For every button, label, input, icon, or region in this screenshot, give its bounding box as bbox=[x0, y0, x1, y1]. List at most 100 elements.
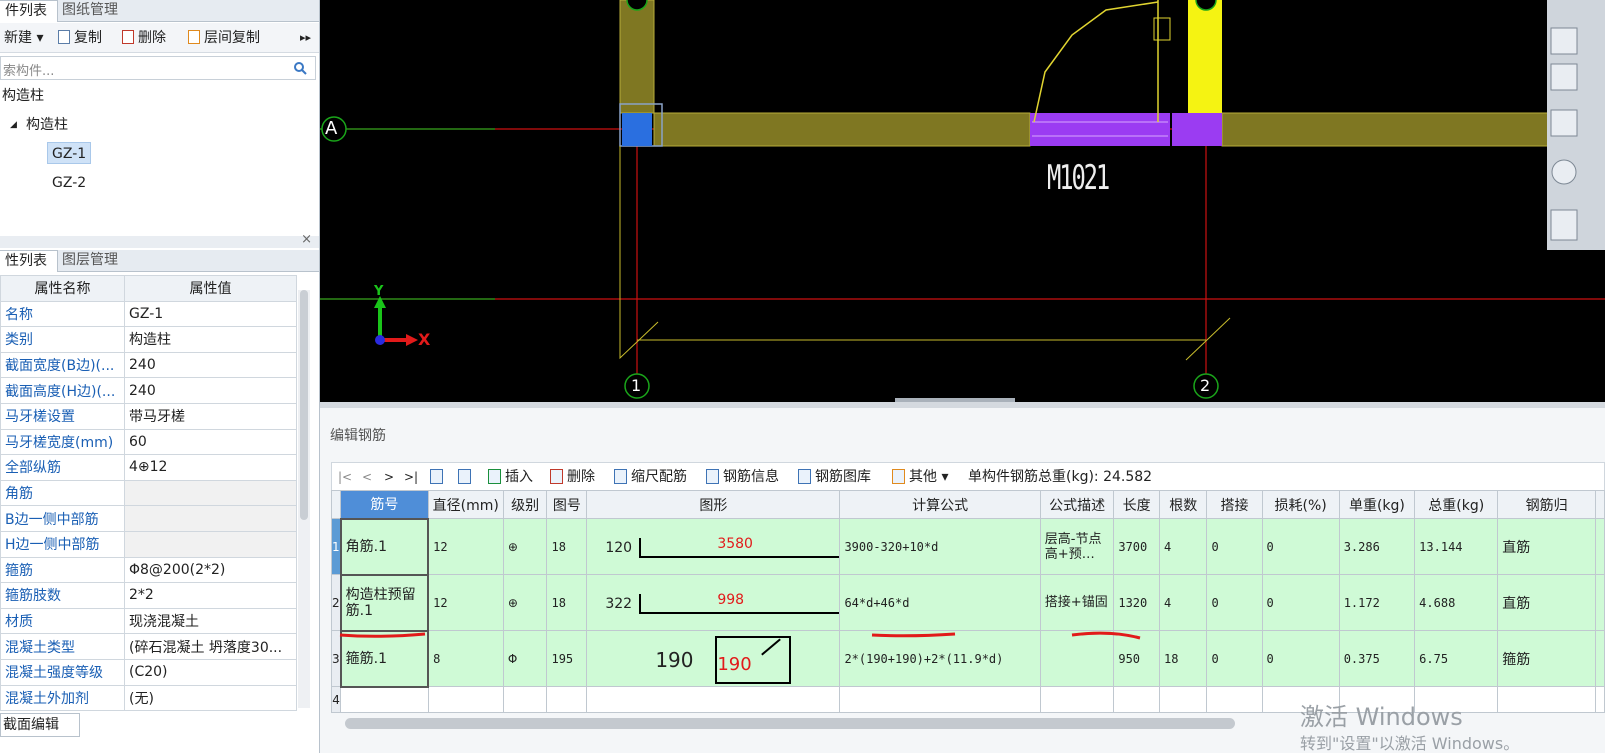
cell-unit_weight[interactable]: 3.286 bbox=[1338, 518, 1416, 575]
empty-cell[interactable] bbox=[546, 686, 588, 713]
table-row[interactable]: 2 构造柱预留筋.1 12 ⊕ 18 322 998 64*d+46*d 搭接+锚固 1320 4 0… bbox=[330, 573, 1605, 632]
property-value[interactable]: GZ-1 bbox=[124, 300, 297, 328]
cell-fig[interactable]: 18 bbox=[546, 518, 588, 575]
property-value[interactable] bbox=[124, 479, 297, 507]
empty-cell[interactable] bbox=[1039, 686, 1115, 713]
cell-desc[interactable]: 层高-节点高+预… bbox=[1039, 518, 1115, 575]
collapse-icon[interactable]: ◢ bbox=[10, 114, 17, 136]
column-header[interactable]: 直径(mm) bbox=[427, 490, 504, 519]
cell-lap[interactable]: 0 bbox=[1206, 518, 1263, 575]
column-header[interactable]: 级别 bbox=[502, 490, 548, 519]
cell-name[interactable]: 角筋.1 bbox=[339, 517, 430, 576]
property-value[interactable]: Φ8@200(2*2) bbox=[124, 556, 297, 584]
shape-cell[interactable]: 322 998 bbox=[586, 574, 841, 631]
cell-loss[interactable]: 0 bbox=[1261, 518, 1340, 575]
next-button[interactable]: > bbox=[384, 468, 394, 486]
column-header[interactable]: 单重(kg) bbox=[1338, 490, 1416, 519]
shape-cell[interactable]: 120 3580 bbox=[586, 518, 841, 575]
tab-drawing-management[interactable]: 图纸管理 bbox=[52, 0, 128, 22]
column-header[interactable]: 长度 bbox=[1113, 490, 1160, 519]
cell-count[interactable]: 18 bbox=[1158, 630, 1208, 687]
shape-cell[interactable]: 190 190 bbox=[586, 630, 841, 687]
property-value[interactable] bbox=[124, 530, 297, 558]
property-row[interactable]: 名称 GZ-1 bbox=[0, 300, 297, 328]
column-header[interactable]: 搭接 bbox=[1206, 490, 1263, 519]
empty-cell[interactable] bbox=[839, 686, 1041, 713]
copy-button[interactable]: 复制 bbox=[58, 29, 102, 47]
property-value[interactable]: (无) bbox=[124, 684, 297, 712]
tree-root[interactable]: 构造柱 bbox=[2, 85, 44, 107]
column-header[interactable]: 总重(kg) bbox=[1414, 490, 1499, 519]
property-row[interactable]: 马牙槎宽度(mm) 60 bbox=[0, 428, 297, 456]
property-row[interactable]: B边一侧中部筋 bbox=[0, 505, 297, 532]
scale-rebar-button[interactable]: 缩尺配筋 bbox=[614, 468, 687, 486]
cell-fig[interactable]: 18 bbox=[546, 574, 588, 631]
delete-button[interactable]: 删除 bbox=[122, 29, 166, 47]
property-row[interactable]: 箍筋肢数 2*2 bbox=[0, 582, 297, 609]
tab-section-edit[interactable]: 截面编辑 bbox=[0, 713, 80, 737]
property-row[interactable]: 箍筋 Φ8@200(2*2) bbox=[0, 556, 297, 584]
column-header[interactable]: 计算公式 bbox=[839, 490, 1041, 519]
property-value[interactable]: (C20) bbox=[124, 658, 297, 686]
property-value[interactable]: 240 bbox=[124, 377, 297, 404]
property-value[interactable]: 带马牙槎 bbox=[124, 402, 297, 430]
property-value[interactable]: (碎石混凝土 坍落度30... bbox=[124, 633, 297, 660]
cell-grade[interactable]: ⊕ bbox=[502, 518, 548, 575]
cell-grade[interactable]: ⊕ bbox=[502, 574, 548, 631]
tab-property-list[interactable]: 性列表 bbox=[0, 250, 58, 272]
row-number[interactable]: 3 bbox=[330, 630, 342, 687]
cell-formula[interactable]: 64*d+46*d bbox=[839, 574, 1041, 631]
cell-name[interactable]: 箍筋.1 bbox=[339, 629, 430, 688]
empty-cell[interactable] bbox=[427, 686, 504, 713]
cell-loss[interactable]: 0 bbox=[1261, 630, 1340, 687]
property-row[interactable]: H边一侧中部筋 bbox=[0, 530, 297, 558]
cell-type[interactable]: 箍筋 bbox=[1497, 630, 1596, 687]
cell-diameter[interactable]: 12 bbox=[427, 574, 504, 631]
cell-total_weight[interactable]: 13.144 bbox=[1414, 518, 1499, 575]
tab-component-list[interactable]: 件列表 bbox=[0, 0, 58, 22]
column-header[interactable]: 筋号 bbox=[340, 490, 429, 519]
delete-row-button[interactable]: 删除 bbox=[550, 468, 595, 486]
cell-length[interactable]: 950 bbox=[1113, 630, 1160, 687]
cell-fig[interactable]: 195 bbox=[546, 630, 588, 687]
cell-diameter[interactable]: 12 bbox=[427, 518, 504, 575]
first-button[interactable]: |< bbox=[338, 468, 352, 486]
property-value[interactable]: 4⊕12 bbox=[124, 454, 297, 481]
move-down-button[interactable] bbox=[458, 468, 475, 486]
cell-desc[interactable]: 搭接+锚固 bbox=[1039, 574, 1115, 631]
cad-canvas[interactable]: A 1 2 M1021 Y X bbox=[320, 0, 1605, 402]
column-header[interactable]: 图号 bbox=[546, 490, 588, 519]
cell-diameter[interactable]: 8 bbox=[427, 630, 504, 687]
move-up-button[interactable] bbox=[430, 468, 447, 486]
table-row[interactable]: 1 角筋.1 12 ⊕ 18 120 3580 3900-320+10*d 层高-节点高+预… 3… bbox=[330, 517, 1605, 576]
tree-group[interactable]: 构造柱 bbox=[26, 114, 68, 136]
property-row[interactable]: 材质 现浇混凝土 bbox=[0, 607, 297, 635]
column-header[interactable]: 公式描述 bbox=[1039, 490, 1115, 519]
cell-total_weight[interactable]: 6.75 bbox=[1414, 630, 1499, 687]
empty-cell[interactable] bbox=[1158, 686, 1208, 713]
empty-cell[interactable] bbox=[502, 686, 548, 713]
grid-horizontal-scrollbar[interactable] bbox=[345, 718, 1235, 729]
cell-formula[interactable]: 3900-320+10*d bbox=[839, 518, 1041, 575]
property-value[interactable]: 240 bbox=[124, 351, 297, 379]
cell-unit_weight[interactable]: 1.172 bbox=[1338, 574, 1416, 631]
cell-unit_weight[interactable]: 0.375 bbox=[1338, 630, 1416, 687]
property-value[interactable]: 现浇混凝土 bbox=[124, 607, 297, 635]
property-row[interactable]: 类别 构造柱 bbox=[0, 326, 297, 353]
property-value[interactable]: 60 bbox=[124, 428, 297, 456]
empty-cell[interactable] bbox=[1206, 686, 1263, 713]
column-header[interactable]: 根数 bbox=[1158, 490, 1208, 519]
rebar-library-button[interactable]: 钢筋图库 bbox=[798, 468, 871, 486]
component-search-input[interactable]: 索构件... bbox=[0, 56, 316, 80]
empty-cell[interactable] bbox=[1113, 686, 1160, 713]
more-icon[interactable]: ▸▸ bbox=[300, 29, 311, 47]
column-header[interactable]: 损耗(%) bbox=[1261, 490, 1340, 519]
column-header[interactable]: 图形 bbox=[586, 490, 841, 519]
property-value[interactable]: 2*2 bbox=[124, 582, 297, 609]
property-row[interactable]: 马牙槎设置 带马牙槎 bbox=[0, 402, 297, 430]
table-row[interactable]: 3 箍筋.1 8 Φ 195 190 190 2*(190+190)+2*(11.9*d) 95… bbox=[330, 629, 1605, 688]
insert-button[interactable]: 插入 bbox=[488, 468, 533, 486]
property-row[interactable]: 混凝土类型 (碎石混凝土 坍落度30... bbox=[0, 633, 297, 660]
cell-desc[interactable] bbox=[1039, 630, 1115, 687]
cell-name[interactable]: 构造柱预留筋.1 bbox=[339, 573, 430, 632]
